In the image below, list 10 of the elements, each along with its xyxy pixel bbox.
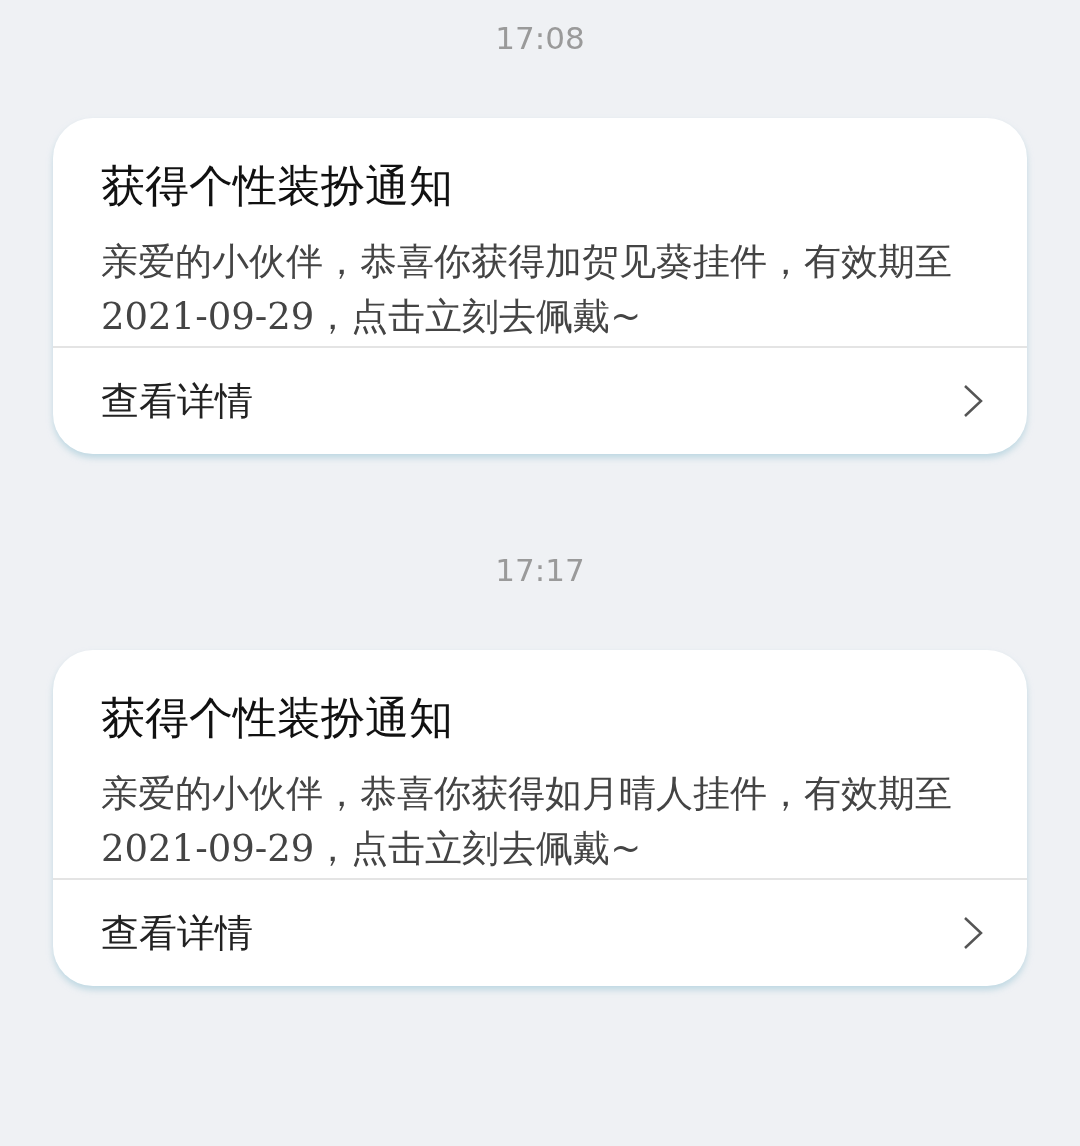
notification-title: 获得个性装扮通知	[101, 691, 454, 745]
chevron-right-icon	[963, 384, 983, 418]
notification-body: 亲爱的小伙伴，恭喜你获得加贺见葵挂件，有效期至2021-09-29，点击立刻去佩戴~	[101, 239, 953, 340]
message-time: 17:17	[495, 551, 585, 590]
view-details-link[interactable]: 查看详情	[53, 880, 1027, 986]
notification-title: 获得个性装扮通知	[101, 159, 454, 213]
notification-body: 亲爱的小伙伴，恭喜你获得如月晴人挂件，有效期至2021-09-29，点击立刻去佩戴~	[101, 771, 953, 872]
view-details-link[interactable]: 查看详情	[53, 348, 1027, 454]
chevron-right-icon	[963, 916, 983, 950]
message-time: 17:08	[495, 19, 585, 58]
